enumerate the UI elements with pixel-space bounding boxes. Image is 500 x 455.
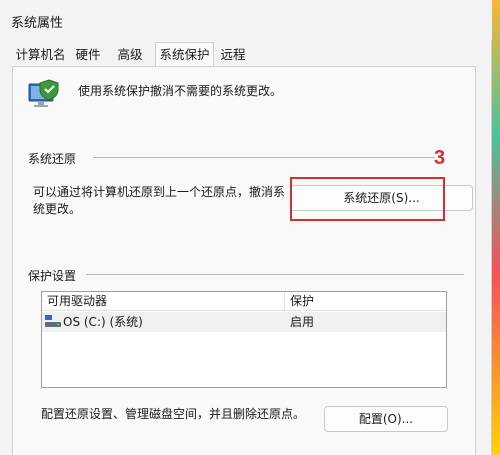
desktop-wallpaper bbox=[492, 0, 500, 455]
title-bar[interactable]: 系统属性 bbox=[0, 0, 492, 40]
configure-button[interactable]: 配置(O)... bbox=[324, 406, 448, 432]
drive-list[interactable]: 可用驱动器 保护 OS (C:) (系统) 启用 bbox=[41, 291, 447, 388]
tab-hardware[interactable]: 硬件 bbox=[72, 44, 104, 66]
configure-description: 配置还原设置、管理磁盘空间，并且删除还原点。 bbox=[41, 407, 306, 421]
tab-system-protection[interactable]: 系统保护 bbox=[155, 42, 214, 67]
tab-advanced[interactable]: 高级 bbox=[112, 44, 148, 66]
protection-settings-group-title: 保护设置 bbox=[28, 267, 83, 284]
group-divider bbox=[93, 157, 435, 158]
drive-protection-status: 启用 bbox=[290, 315, 315, 329]
list-item[interactable]: OS (C:) (系统) 启用 bbox=[42, 312, 446, 332]
column-header-protection[interactable]: 保护 bbox=[284, 292, 446, 311]
column-header-drives[interactable]: 可用驱动器 bbox=[42, 292, 284, 311]
step-annotation: 3 bbox=[434, 147, 446, 169]
window-title: 系统属性 bbox=[11, 16, 64, 31]
group-divider bbox=[86, 274, 464, 275]
system-properties-window: 系统属性 计算机名 硬件 高级 系统保护 远程 使用系统保护撤消不需要的系统更改… bbox=[0, 0, 492, 455]
annotation-highlight-box bbox=[290, 177, 445, 221]
tab-panel bbox=[12, 66, 476, 455]
drive-icon bbox=[45, 315, 61, 327]
tab-computer-name[interactable]: 计算机名 bbox=[12, 44, 69, 66]
system-protection-icon bbox=[28, 79, 59, 107]
list-header: 可用驱动器 保护 bbox=[42, 292, 446, 311]
drive-name: OS (C:) (系统) bbox=[63, 315, 143, 329]
intro-text: 使用系统保护撤消不需要的系统更改。 bbox=[78, 84, 283, 98]
tab-remote[interactable]: 远程 bbox=[216, 44, 250, 66]
system-restore-description: 可以通过将计算机还原到上一个还原点，撤消系统更改。 bbox=[33, 185, 286, 216]
system-restore-group-title: 系统还原 bbox=[28, 150, 83, 167]
